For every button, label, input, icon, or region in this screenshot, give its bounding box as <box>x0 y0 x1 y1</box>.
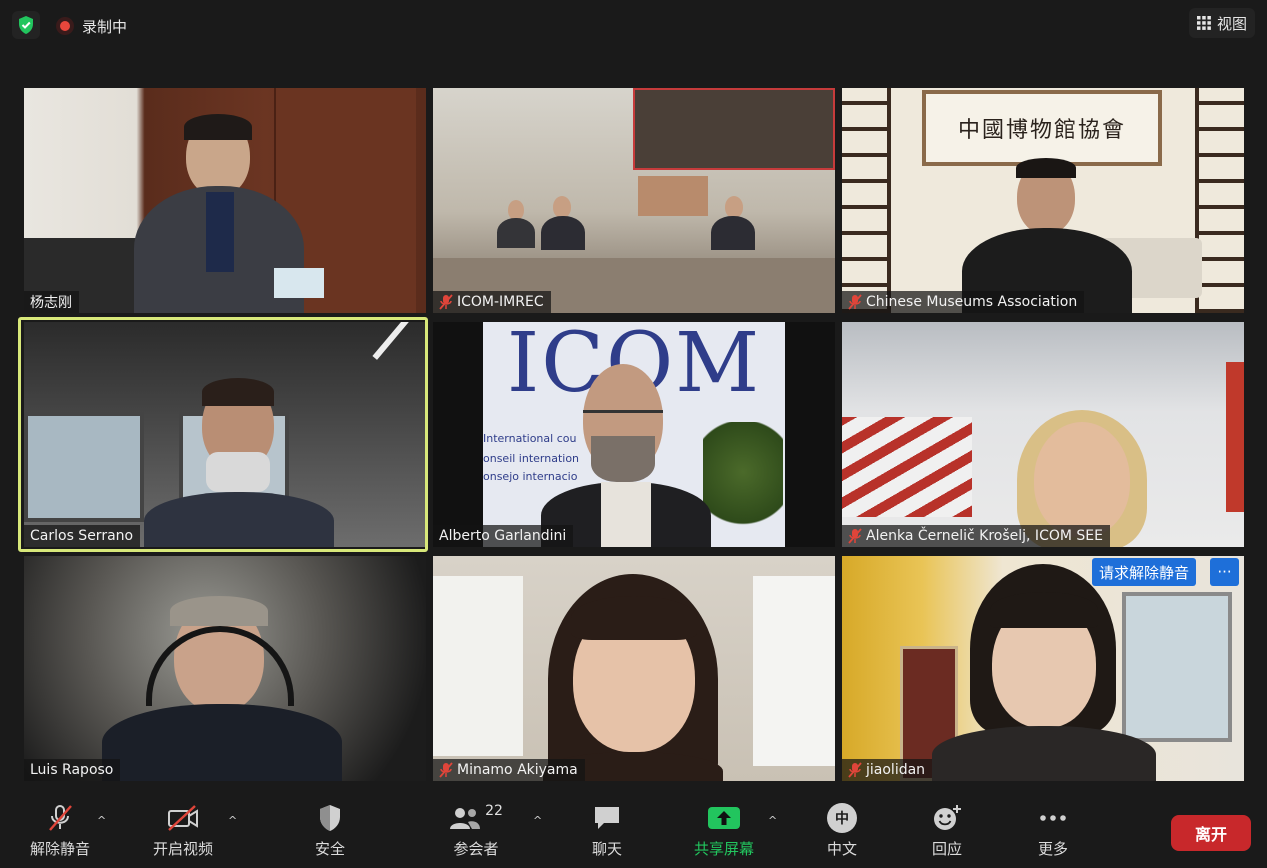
wall-calligraphy: 中國博物館協會 <box>957 118 1126 143</box>
video-tile-4[interactable]: Carlos Serrano <box>24 322 426 547</box>
leave-meeting-button[interactable]: 离开 <box>1171 815 1251 851</box>
chat-bubble-icon <box>595 807 619 829</box>
participant-name-5: Alberto Garlandini <box>433 525 574 547</box>
security-shield-icon <box>320 805 340 831</box>
muted-mic-icon <box>439 762 453 778</box>
recording-label: 录制中 <box>82 17 128 36</box>
chat-button[interactable]: 聊天 <box>577 802 637 859</box>
participant-name-1: 杨志刚 <box>24 291 79 313</box>
security-button[interactable]: 安全 <box>300 802 360 859</box>
top-bar: 录制中 视图 <box>0 0 1267 52</box>
more-label: 更多 <box>1037 840 1068 858</box>
encryption-shield-icon[interactable] <box>12 11 40 39</box>
share-options-caret[interactable]: ^ <box>768 814 777 827</box>
video-options-caret[interactable]: ^ <box>228 814 237 827</box>
participant-name-6: Alenka Černelič Krošelj, ICOM SEE <box>842 525 1110 547</box>
video-tile-5[interactable]: ICOM International cou ms onseil interna… <box>433 322 835 547</box>
video-tile-1[interactable]: 杨志刚 <box>24 88 426 313</box>
recording-icon <box>56 17 74 35</box>
video-tile-3[interactable]: 中國博物館協會 Chinese Museums Association <box>842 88 1244 313</box>
more-button[interactable]: 更多 <box>1023 802 1083 859</box>
security-label: 安全 <box>314 840 345 858</box>
meeting-toolbar: 解除静音 ^ 开启视频 ^ 安全 22 参会者 ^ 聊天 共享屏幕 ^ 中 中文… <box>0 796 1267 868</box>
participant-name-7: Luis Raposo <box>24 759 121 781</box>
share-screen-icon <box>708 807 740 829</box>
participant-name-4: Carlos Serrano <box>24 525 141 547</box>
share-screen-label: 共享屏幕 <box>693 840 754 858</box>
participants-icon <box>450 808 481 829</box>
participants-button[interactable]: 22 参会者 <box>440 802 512 859</box>
video-tile-8[interactable]: Minamo Akiyama <box>433 556 835 781</box>
video-tile-6[interactable]: Alenka Černelič Krošelj, ICOM SEE <box>842 322 1244 547</box>
more-dots-icon <box>1040 815 1066 821</box>
muted-mic-icon <box>848 294 862 310</box>
participants-count: 22 <box>485 803 503 819</box>
muted-mic-icon <box>848 528 862 544</box>
language-globe-icon: 中 <box>827 803 857 833</box>
language-label: 中文 <box>826 840 857 858</box>
video-off-icon <box>168 805 198 831</box>
unmute-label: 解除静音 <box>29 840 90 858</box>
start-video-button[interactable]: 开启视频 <box>147 802 219 859</box>
video-tile-2[interactable]: ICOM-IMREC <box>433 88 835 313</box>
unmute-button[interactable]: 解除静音 <box>24 802 96 859</box>
participants-label: 参会者 <box>453 840 499 858</box>
grid-icon <box>1196 16 1211 30</box>
participant-name-2: ICOM-IMREC <box>433 291 551 313</box>
video-tile-9[interactable]: jiaolidan <box>842 556 1244 781</box>
request-unmute-button[interactable]: 请求解除静音 <box>1092 558 1197 586</box>
share-screen-button[interactable]: 共享屏幕 <box>686 802 762 859</box>
participant-name-8: Minamo Akiyama <box>433 759 585 781</box>
language-badge: 中 <box>835 811 849 827</box>
recording-indicator[interactable]: 录制中 <box>56 13 127 39</box>
muted-microphone-icon <box>49 805 72 831</box>
reactions-button[interactable]: 回应 <box>917 802 977 859</box>
tile-more-button[interactable]: ··· <box>1210 558 1239 586</box>
muted-mic-icon <box>848 762 862 778</box>
reactions-label: 回应 <box>931 840 962 858</box>
muted-mic-icon <box>439 294 453 310</box>
video-tile-7[interactable]: Luis Raposo <box>24 556 426 781</box>
language-button[interactable]: 中 中文 <box>812 802 872 859</box>
audio-options-caret[interactable]: ^ <box>97 814 106 827</box>
participants-options-caret[interactable]: ^ <box>533 814 542 827</box>
chat-label: 聊天 <box>591 840 622 858</box>
participant-name-3: Chinese Museums Association <box>842 291 1085 313</box>
view-label: 视图 <box>1216 14 1247 33</box>
participant-name-9: jiaolidan <box>842 759 933 781</box>
add-reaction-icon <box>934 805 961 830</box>
start-video-label: 开启视频 <box>152 840 213 858</box>
view-button[interactable]: 视图 <box>1188 8 1255 38</box>
